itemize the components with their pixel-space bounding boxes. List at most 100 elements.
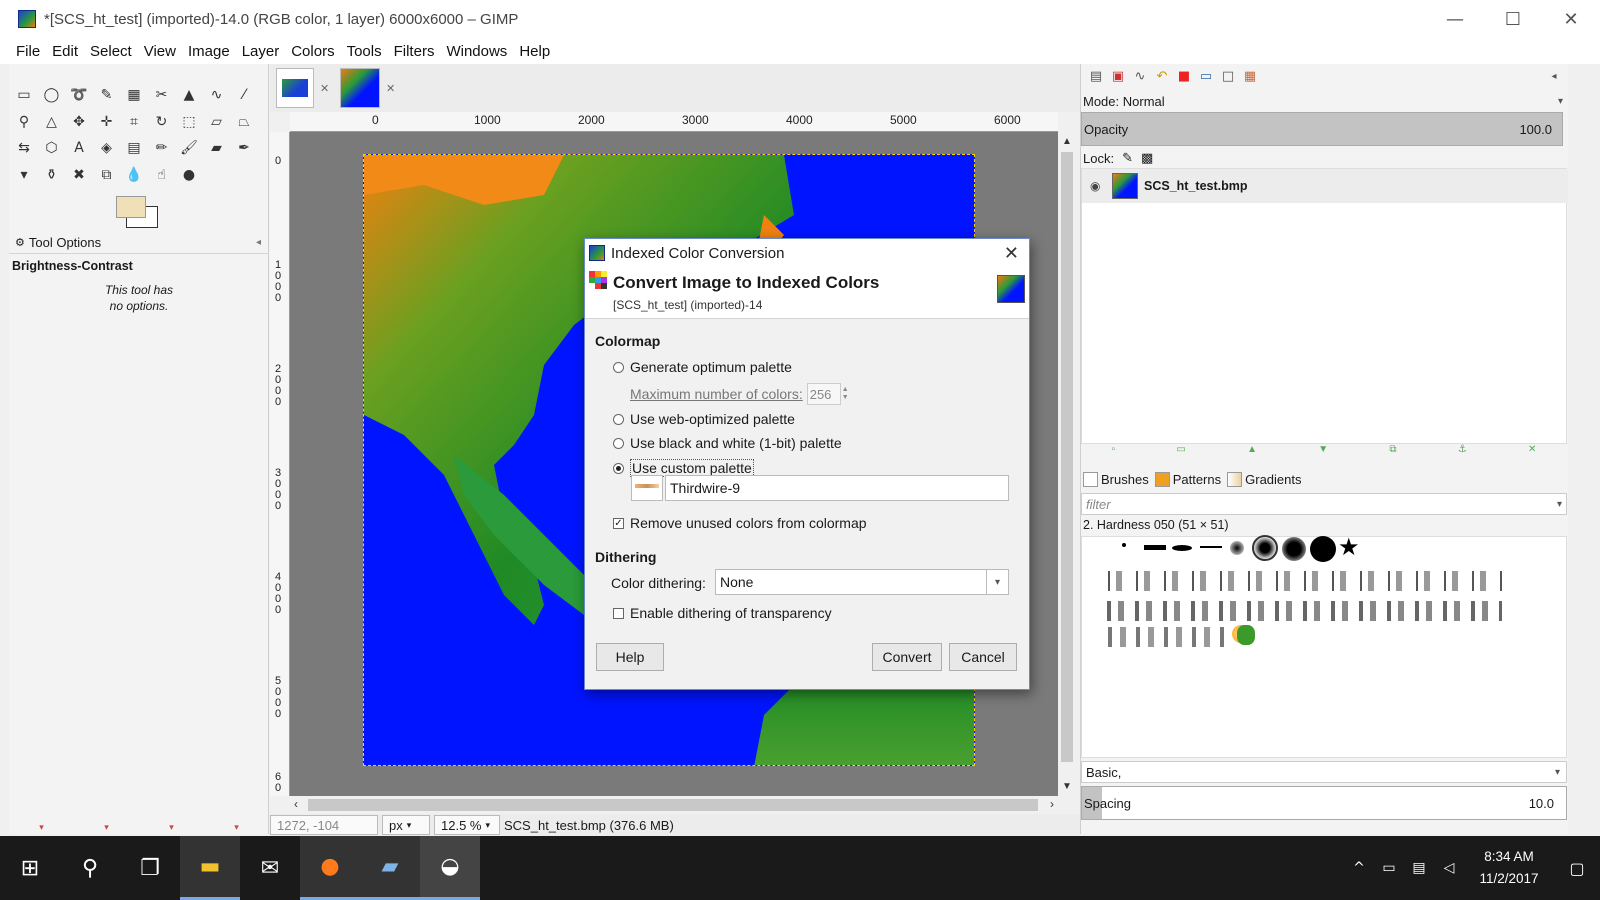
radio-custom[interactable] bbox=[613, 462, 624, 474]
templates-tab-icon[interactable]: □ bbox=[1219, 67, 1237, 85]
close-window-button[interactable]: ✕ bbox=[1542, 0, 1600, 38]
pencil-icon[interactable]: ✏ bbox=[151, 137, 173, 159]
foreground-color-swatch[interactable] bbox=[116, 196, 146, 218]
max-colors-spinbox[interactable]: 256 bbox=[806, 383, 841, 405]
maximize-button[interactable]: ☐ bbox=[1484, 0, 1542, 38]
tab-patterns[interactable]: Patterns bbox=[1154, 471, 1221, 487]
smudge-icon[interactable]: ☝ bbox=[151, 164, 173, 186]
radio-web[interactable] bbox=[613, 413, 624, 425]
blur-icon[interactable]: 💧 bbox=[123, 164, 145, 186]
cancel-button[interactable]: Cancel bbox=[949, 643, 1017, 671]
save-options-icon[interactable]: ▾ bbox=[39, 822, 44, 834]
enable-transparency-dither-row[interactable]: Enable dithering of transparency bbox=[613, 605, 832, 621]
menu-help[interactable]: Help bbox=[513, 43, 556, 60]
spacing-slider[interactable]: Spacing 10.0 bbox=[1081, 786, 1567, 820]
brush-row[interactable] bbox=[1102, 627, 1232, 647]
vertical-scrollbar[interactable]: ▲ ▼ bbox=[1058, 132, 1076, 796]
clock[interactable]: 8:34 AM 11/2/2017 bbox=[1464, 846, 1554, 890]
heal-icon[interactable]: ✖ bbox=[68, 164, 90, 186]
palette-name-field[interactable]: Thirdwire-9 bbox=[665, 475, 1009, 501]
paintbrush-icon[interactable]: 🖌 bbox=[178, 137, 200, 159]
menu-layer[interactable]: Layer bbox=[236, 43, 286, 60]
remove-unused-row[interactable]: ✓ Remove unused colors from colormap bbox=[613, 515, 867, 531]
scroll-down-icon[interactable]: ▼ bbox=[1062, 781, 1072, 792]
perspective-icon[interactable]: ⏢ bbox=[233, 111, 255, 133]
radio-bw[interactable] bbox=[613, 437, 624, 449]
foreground-select-icon[interactable]: ▲ bbox=[178, 84, 200, 106]
scroll-left-icon[interactable]: ‹ bbox=[294, 797, 298, 811]
align-icon[interactable]: ✛ bbox=[96, 111, 118, 133]
text-icon[interactable]: A bbox=[68, 137, 90, 159]
images-tab-icon[interactable]: ▭ bbox=[1197, 67, 1215, 85]
notifications-icon[interactable]: ▢ bbox=[1554, 859, 1600, 878]
search-icon[interactable]: ⚲ bbox=[60, 836, 120, 900]
color-dithering-select[interactable]: None ▾ bbox=[715, 569, 1009, 595]
reset-options-icon[interactable]: ▾ bbox=[234, 822, 239, 834]
image-tab-1-close-icon[interactable]: ✕ bbox=[320, 82, 329, 95]
volume-icon[interactable]: ◁ bbox=[1434, 860, 1464, 876]
brush-item[interactable] bbox=[1172, 545, 1192, 551]
spin-arrows-icon[interactable]: ▲ ▼ bbox=[842, 386, 849, 402]
brush-row[interactable] bbox=[1102, 571, 1502, 591]
dialog-close-icon[interactable]: ✕ bbox=[1004, 243, 1019, 264]
rect-select-icon[interactable]: ▭ bbox=[13, 84, 35, 106]
network-icon[interactable]: ▤ bbox=[1404, 860, 1434, 876]
brush-item[interactable] bbox=[1230, 541, 1244, 555]
layer-item[interactable]: ◉ SCS_ht_test.bmp bbox=[1082, 169, 1568, 203]
cage-transform-icon[interactable]: ⬡ bbox=[41, 137, 63, 159]
menu-file[interactable]: File bbox=[10, 43, 46, 60]
menu-windows[interactable]: Windows bbox=[440, 43, 513, 60]
brush-filter-input[interactable]: filter ▾ bbox=[1081, 493, 1567, 515]
layer-mode-select[interactable]: Mode: Normal ▾ bbox=[1081, 90, 1569, 112]
brush-item[interactable] bbox=[1310, 536, 1336, 562]
unit-select[interactable]: px ▾ bbox=[382, 815, 430, 835]
brush-star-icon[interactable]: ★ bbox=[1338, 533, 1360, 561]
layers-tab-icon[interactable]: ▤ bbox=[1087, 67, 1105, 85]
free-select-icon[interactable]: ➰ bbox=[68, 84, 90, 106]
brush-grid[interactable]: ★ bbox=[1081, 533, 1567, 758]
firefox-icon[interactable]: ● bbox=[300, 836, 360, 900]
menu-view[interactable]: View bbox=[138, 43, 182, 60]
lower-layer-icon[interactable]: ▼ bbox=[1318, 444, 1328, 462]
radio-bw-palette[interactable]: Use black and white (1-bit) palette bbox=[613, 435, 842, 451]
measure-icon[interactable]: △ bbox=[41, 111, 63, 133]
brush-item[interactable] bbox=[1144, 545, 1166, 550]
undo-history-tab-icon[interactable]: ↶ bbox=[1153, 67, 1171, 85]
menu-edit[interactable]: Edit bbox=[46, 43, 84, 60]
brush-item[interactable] bbox=[1200, 546, 1222, 548]
scissors-icon[interactable]: ✂ bbox=[151, 84, 173, 106]
palette-swatch-button[interactable] bbox=[631, 475, 663, 501]
image-tab-2-close-icon[interactable]: ✕ bbox=[386, 82, 395, 95]
rotate-icon[interactable]: ↻ bbox=[151, 111, 173, 133]
brush-preset-select[interactable]: Basic, ▾ bbox=[1081, 761, 1567, 783]
lock-alpha-icon[interactable]: ▩ bbox=[1141, 150, 1153, 166]
colors-tab-icon[interactable]: ■ bbox=[1175, 67, 1193, 85]
horizontal-scroll-thumb[interactable] bbox=[308, 799, 1038, 811]
tab-brushes[interactable]: Brushes bbox=[1083, 471, 1149, 487]
radio-optimum-palette[interactable]: Generate optimum palette bbox=[613, 359, 792, 375]
scroll-up-icon[interactable]: ▲ bbox=[1062, 136, 1072, 147]
raise-layer-icon[interactable]: ▲ bbox=[1247, 444, 1257, 462]
restore-options-icon[interactable]: ▾ bbox=[104, 822, 109, 834]
brush-row[interactable] bbox=[1102, 601, 1502, 621]
palettes-tab-icon[interactable]: ▦ bbox=[1241, 67, 1259, 85]
remove-unused-checkbox[interactable]: ✓ bbox=[613, 517, 624, 529]
paths-tab-icon[interactable]: ∿ bbox=[1131, 67, 1149, 85]
channels-tab-icon[interactable]: ▣ bbox=[1109, 67, 1127, 85]
file-explorer-icon[interactable]: ▬ bbox=[180, 836, 240, 900]
dodge-burn-icon[interactable]: ● bbox=[178, 164, 200, 186]
visibility-eye-icon[interactable]: ◉ bbox=[1090, 179, 1100, 193]
anchor-layer-icon[interactable]: ⚓ bbox=[1458, 444, 1467, 462]
ink-icon[interactable]: ▾ bbox=[13, 164, 35, 186]
panel-menu-icon[interactable]: ◂ bbox=[256, 237, 261, 248]
move-icon[interactable]: ✥ bbox=[68, 111, 90, 133]
menu-image[interactable]: Image bbox=[182, 43, 236, 60]
paths-icon[interactable]: ∿ bbox=[206, 84, 228, 106]
delete-options-icon[interactable]: ▾ bbox=[169, 822, 174, 834]
menu-tools[interactable]: Tools bbox=[341, 43, 388, 60]
minimize-button[interactable]: — bbox=[1426, 0, 1484, 38]
clone-icon[interactable]: ⚱ bbox=[41, 164, 63, 186]
select-by-color-icon[interactable]: ▦ bbox=[123, 84, 145, 106]
color-picker-icon[interactable]: ⁄ bbox=[233, 84, 255, 106]
radio-web-palette[interactable]: Use web-optimized palette bbox=[613, 411, 795, 427]
